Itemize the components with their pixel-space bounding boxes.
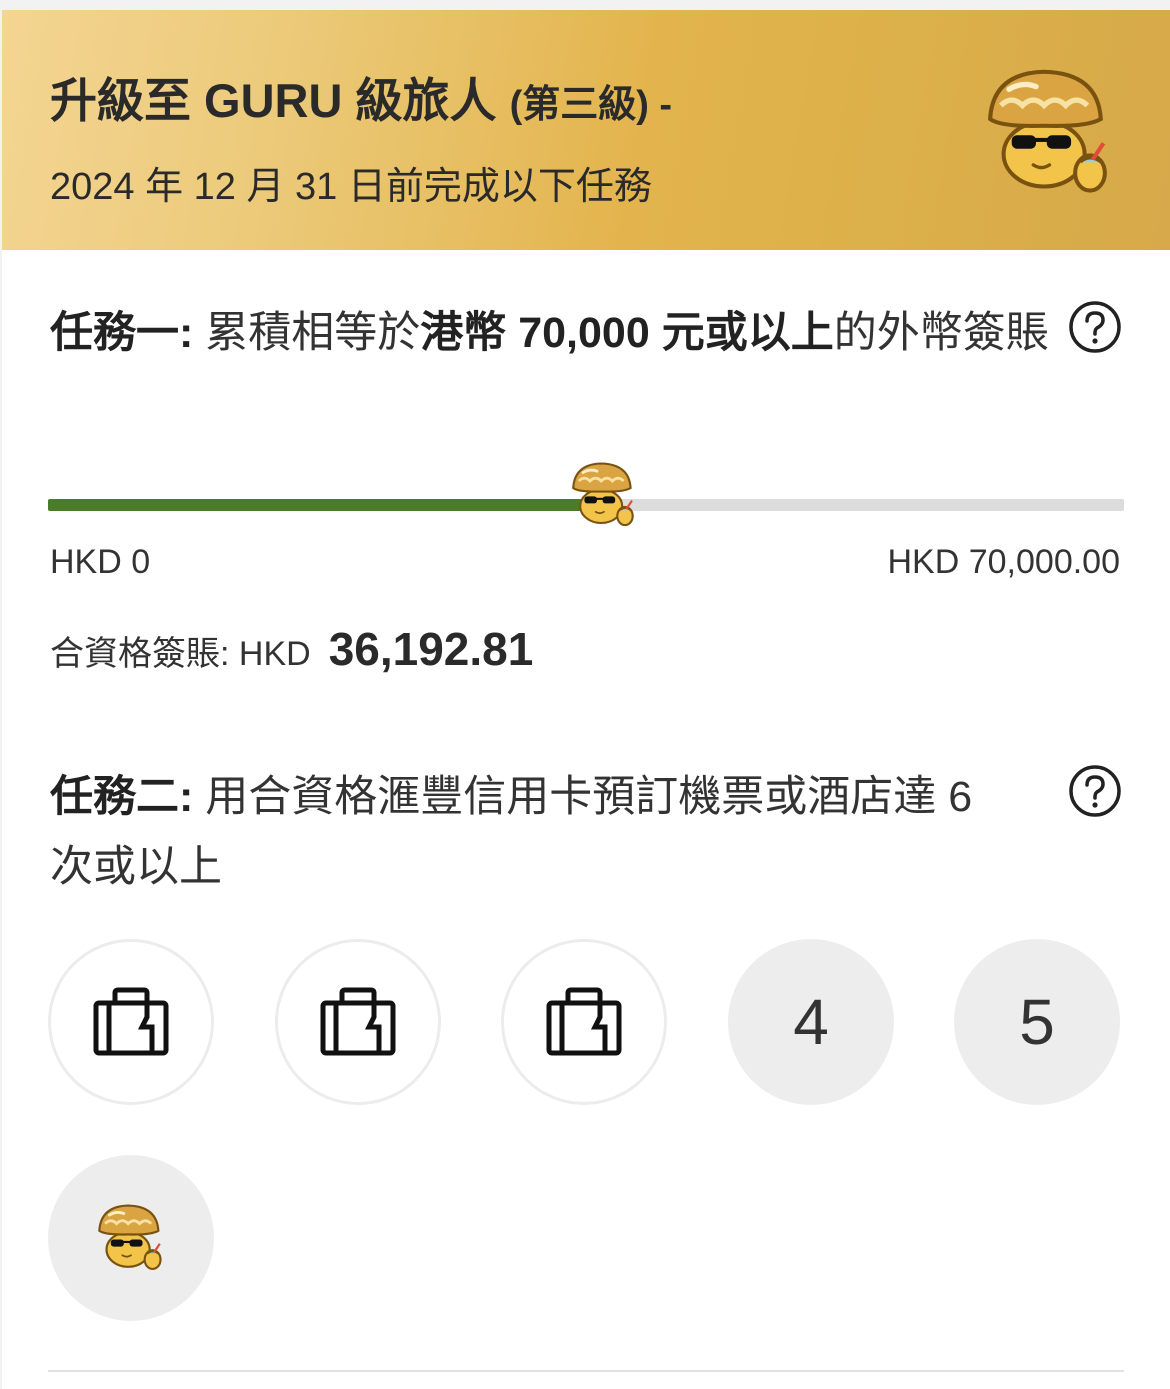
- question-circle-icon[interactable]: [1068, 300, 1122, 354]
- booking-step-3: [501, 939, 667, 1105]
- luggage-icon: [546, 987, 622, 1057]
- eligible-spending-value: 36,192.81: [328, 623, 534, 675]
- guru-upgrade-card: 升級至 GURU 級旅人 (第三級) - 2024 年 12 月 31 日前完成…: [2, 10, 1170, 1389]
- booking-step-2: [275, 939, 441, 1105]
- booking-step-6: [48, 1155, 214, 1321]
- luggage-icon: [93, 987, 169, 1057]
- divider: [48, 1370, 1124, 1372]
- booking-step-5-label: 5: [1019, 986, 1055, 1058]
- mushroom-mascot-icon: [982, 65, 1117, 200]
- banner-title: 升級至 GURU 級旅人 (第三級) -: [50, 62, 950, 131]
- booking-step-4-label: 4: [793, 986, 829, 1058]
- booking-step-1: [48, 939, 214, 1105]
- task1-prefix: 任務一:: [50, 309, 194, 357]
- task2-prefix: 任務二:: [50, 773, 194, 821]
- banner-deadline: 2024 年 12 月 31 日前完成以下任務: [50, 166, 652, 208]
- banner-title-main: 升級至 GURU 級旅人: [50, 74, 497, 127]
- task2-title: 任務二: 用合資格滙豐信用卡預訂機票或酒店達 6 次或以上: [50, 762, 1020, 902]
- luggage-icon: [320, 987, 396, 1057]
- task1-title: 任務一: 累積相等於港幣 70,000 元或以上的外幣簽賬: [50, 298, 1050, 368]
- mushroom-mascot-icon: [95, 1202, 167, 1274]
- task1-text-bold: 港幣 70,000 元或以上: [420, 309, 834, 357]
- banner-title-suffix: (第三級) -: [509, 84, 673, 126]
- booking-step-4: 4: [728, 939, 894, 1105]
- guru-banner: 升級至 GURU 級旅人 (第三級) - 2024 年 12 月 31 日前完成…: [2, 10, 1170, 250]
- task1-text-a: 累積相等於: [205, 309, 421, 357]
- task1-progress-fill: [48, 499, 605, 511]
- task1-text-b: 的外幣簽賬: [833, 309, 1049, 357]
- eligible-spending: 合資格簽賬: HKD 36,192.81: [50, 622, 533, 676]
- question-circle-icon[interactable]: [1068, 764, 1122, 818]
- booking-step-5: 5: [954, 939, 1120, 1105]
- mushroom-mascot-icon: [569, 460, 639, 530]
- page: 升級至 GURU 級旅人 (第三級) - 2024 年 12 月 31 日前完成…: [0, 0, 1170, 1389]
- progress-min-label: HKD 0: [50, 543, 151, 581]
- progress-max-label: HKD 70,000.00: [887, 543, 1121, 581]
- eligible-spending-label: 合資格簽賬: HKD: [50, 635, 311, 673]
